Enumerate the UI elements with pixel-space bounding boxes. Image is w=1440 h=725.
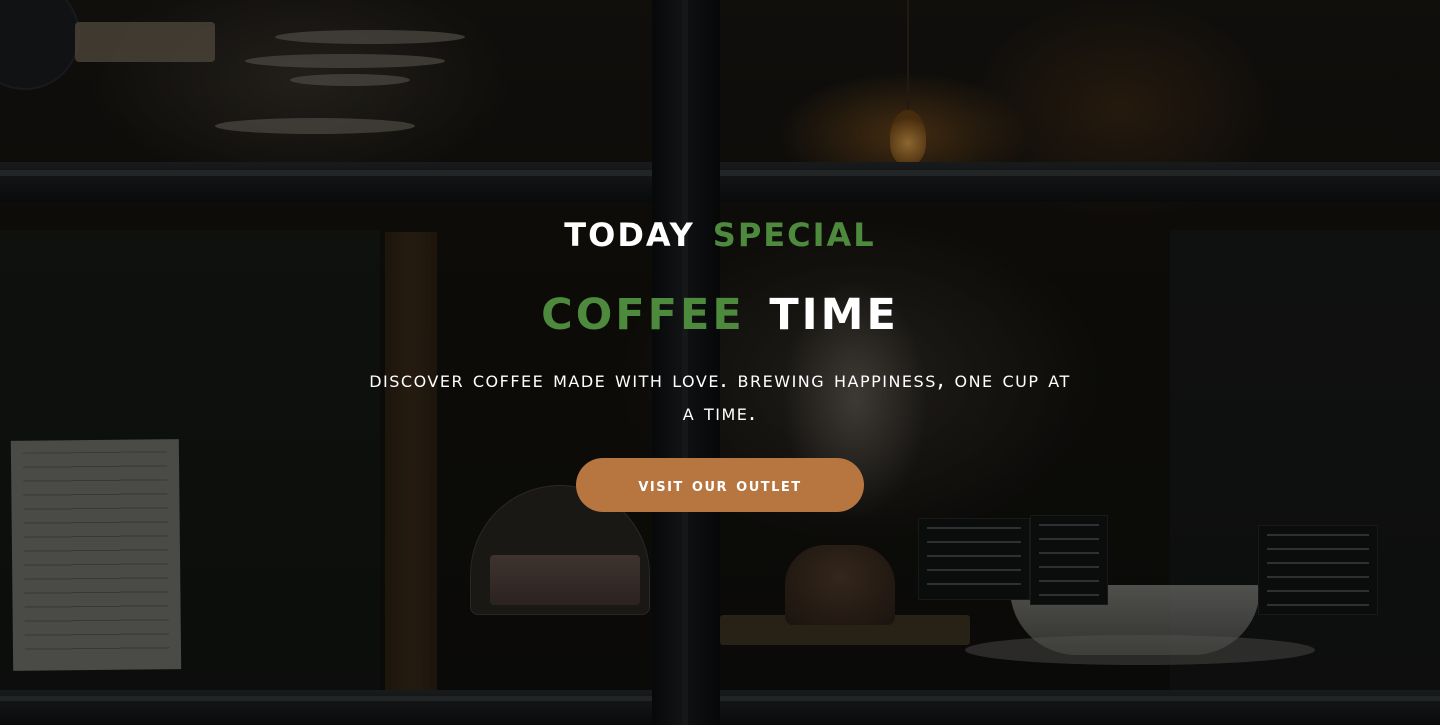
headline-word-special: SPECIAL	[712, 203, 876, 257]
headline-today-special: TODAY SPECIAL	[0, 200, 1440, 260]
headline-coffee-time: COFFEE TIME	[0, 272, 1440, 344]
hero-content: TODAY SPECIAL COFFEE TIME Discover coffe…	[0, 0, 1440, 725]
headline-word-coffee: COFFEE	[541, 271, 745, 344]
visit-outlet-button[interactable]: VISIT OUR OUTLET	[576, 458, 864, 512]
headline-word-time: TIME	[769, 271, 899, 344]
hero-tagline: Discover coffee made with love. Brewing …	[369, 367, 1071, 426]
headline-word-today: TODAY	[564, 203, 695, 257]
hero-section: TODAY SPECIAL COFFEE TIME Discover coffe…	[0, 0, 1440, 725]
